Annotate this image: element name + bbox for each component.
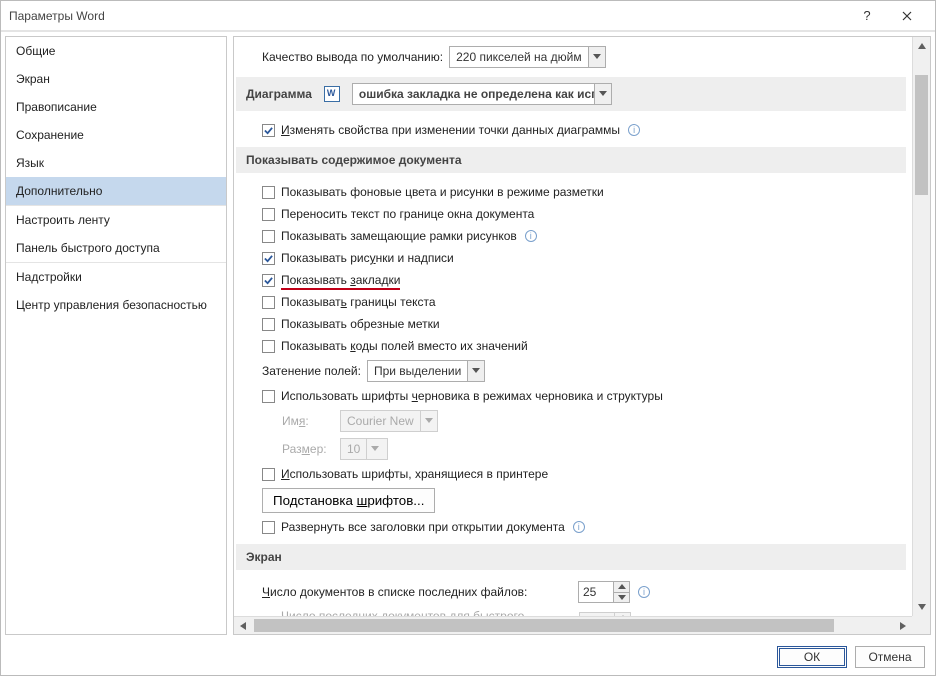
scroll-thumb-horizontal[interactable] — [254, 619, 834, 632]
label-placeholder: Показывать замещающие рамки рисунков — [281, 229, 517, 243]
label-output-quality: Качество вывода по умолчанию: — [262, 50, 443, 64]
checkbox-printerfonts[interactable] — [262, 468, 275, 481]
checkbox-crop[interactable] — [262, 318, 275, 331]
row-fontname: Имя:Имя: Courier New — [236, 407, 906, 435]
label-fontsize: Размер:Размер: — [282, 442, 334, 456]
select-fontsize: 10 — [340, 438, 388, 460]
scroll-up-button[interactable] — [913, 37, 930, 55]
section-doc-content: Показывать содержимое документа — [236, 147, 906, 173]
label-crop: Показывать обрезные метки — [281, 317, 440, 331]
label-fieldcodes: Показывать коды полей вместо их значений… — [281, 339, 528, 353]
row-fontsize: Размер:Размер: 10 — [236, 435, 906, 463]
select-diagram-document[interactable]: ошибка закладка не определена как исп... — [352, 83, 612, 105]
checkbox-placeholder[interactable] — [262, 230, 275, 243]
chevron-down-icon — [588, 47, 605, 67]
section-diagram: Диаграмма ошибка закладка не определена … — [236, 77, 906, 111]
chevron-down-icon — [420, 411, 437, 431]
sidebar-item-general[interactable]: Общие — [6, 37, 226, 65]
chevron-down-icon — [366, 439, 383, 459]
row-change-props: ИИзменять свойства при изменении точки д… — [236, 119, 906, 141]
chevron-down-icon — [467, 361, 484, 381]
info-icon[interactable] — [525, 230, 537, 242]
checkbox-fieldcodes[interactable] — [262, 340, 275, 353]
checkbox-boundaries[interactable] — [262, 296, 275, 309]
label-bg: Показывать фоновые цвета и рисунки в реж… — [281, 185, 604, 199]
label-change-props: ИИзменять свойства при изменении точки д… — [281, 123, 620, 137]
select-shading[interactable]: При выделении — [367, 360, 485, 382]
label-boundaries: Показывать границы текстаПоказывать гран… — [281, 295, 436, 309]
spinner-recent-count[interactable]: 25 — [578, 581, 630, 603]
checkbox-expand[interactable] — [262, 521, 275, 534]
label-fontname: Имя:Имя: — [282, 414, 334, 428]
close-icon — [902, 11, 912, 21]
scroll-thumb-vertical[interactable] — [915, 75, 928, 195]
sidebar-item-addins[interactable]: Надстройки — [6, 262, 226, 291]
row-shading: Затенение полей: При выделении — [236, 357, 906, 385]
sidebar-item-quick-access[interactable]: Панель быстрого доступа — [6, 234, 226, 262]
sidebar-item-proofing[interactable]: Правописание — [6, 93, 226, 121]
info-icon[interactable] — [628, 124, 640, 136]
checkbox-bookmarks[interactable] — [262, 274, 275, 287]
section-screen: Экран — [236, 544, 906, 570]
cancel-button[interactable]: Отмена — [855, 646, 925, 668]
label-expand: Развернуть все заголовки при открытии до… — [281, 520, 565, 534]
scroll-down-button[interactable] — [913, 598, 930, 616]
info-icon[interactable] — [638, 586, 650, 598]
horizontal-scrollbar[interactable] — [234, 616, 912, 634]
info-icon[interactable] — [573, 521, 585, 533]
main-panel: Качество вывода по умолчанию: 220 пиксел… — [233, 36, 931, 635]
sidebar-item-language[interactable]: Язык — [6, 149, 226, 177]
vertical-scrollbar[interactable] — [912, 37, 930, 616]
help-button[interactable]: ? — [847, 1, 887, 31]
ok-button[interactable]: ОК — [777, 646, 847, 668]
label-printerfonts: Использовать шрифты, хранящиеся в принте… — [281, 467, 548, 481]
label-shading: Затенение полей: — [262, 364, 361, 378]
word-document-icon — [324, 86, 340, 102]
sidebar-item-display[interactable]: Экран — [6, 65, 226, 93]
label-quick-count: Число последних документов для быстрого … — [281, 609, 573, 616]
checkbox-bg[interactable] — [262, 186, 275, 199]
scroll-right-button[interactable] — [894, 617, 912, 634]
sidebar: Общие Экран Правописание Сохранение Язык… — [5, 36, 227, 635]
row-output-quality: Качество вывода по умолчанию: 220 пиксел… — [236, 43, 906, 71]
chevron-down-icon[interactable] — [614, 593, 629, 603]
sidebar-item-customize-ribbon[interactable]: Настроить ленту — [6, 205, 226, 234]
select-output-quality[interactable]: 220 пикселей на дюйм — [449, 46, 606, 68]
dialog-title: Параметры Word — [9, 9, 847, 23]
label-wrap: Переносить текст по границе окна докумен… — [281, 207, 534, 221]
label-bookmarks: Показывать закладкиПоказывать закладки — [281, 273, 400, 287]
checkbox-wrap[interactable] — [262, 208, 275, 221]
scroll-left-button[interactable] — [234, 617, 252, 634]
label-recent-count: Число документов в списке последних файл… — [262, 585, 572, 599]
select-fontname: Courier New — [340, 410, 438, 432]
close-button[interactable] — [887, 1, 927, 31]
checkbox-draftfont[interactable] — [262, 390, 275, 403]
dialog-footer: ОК Отмена — [1, 639, 935, 675]
checkbox-drawings[interactable] — [262, 252, 275, 265]
titlebar: Параметры Word ? — [1, 1, 935, 31]
row-recent-count: Число документов в списке последних файл… — [236, 578, 906, 606]
button-font-substitution[interactable]: Подстановка шрифтов...Подстановка шрифто… — [262, 488, 435, 513]
sidebar-item-trust-center[interactable]: Центр управления безопасностью — [6, 291, 226, 319]
checkbox-change-props[interactable] — [262, 124, 275, 137]
row-quick-count: Число последних документов для быстрого … — [236, 606, 906, 616]
sidebar-item-save[interactable]: Сохранение — [6, 121, 226, 149]
chevron-up-icon[interactable] — [614, 582, 629, 593]
word-options-dialog: Параметры Word ? Общие Экран Правописани… — [0, 0, 936, 676]
label-draftfont: Использовать шрифты черновика в режимах … — [281, 389, 663, 403]
sidebar-item-advanced[interactable]: Дополнительно — [6, 177, 226, 205]
label-drawings: Показывать рисунки и надписиПоказывать р… — [281, 251, 454, 265]
chevron-down-icon — [594, 84, 611, 104]
scrollbar-corner — [912, 616, 930, 634]
